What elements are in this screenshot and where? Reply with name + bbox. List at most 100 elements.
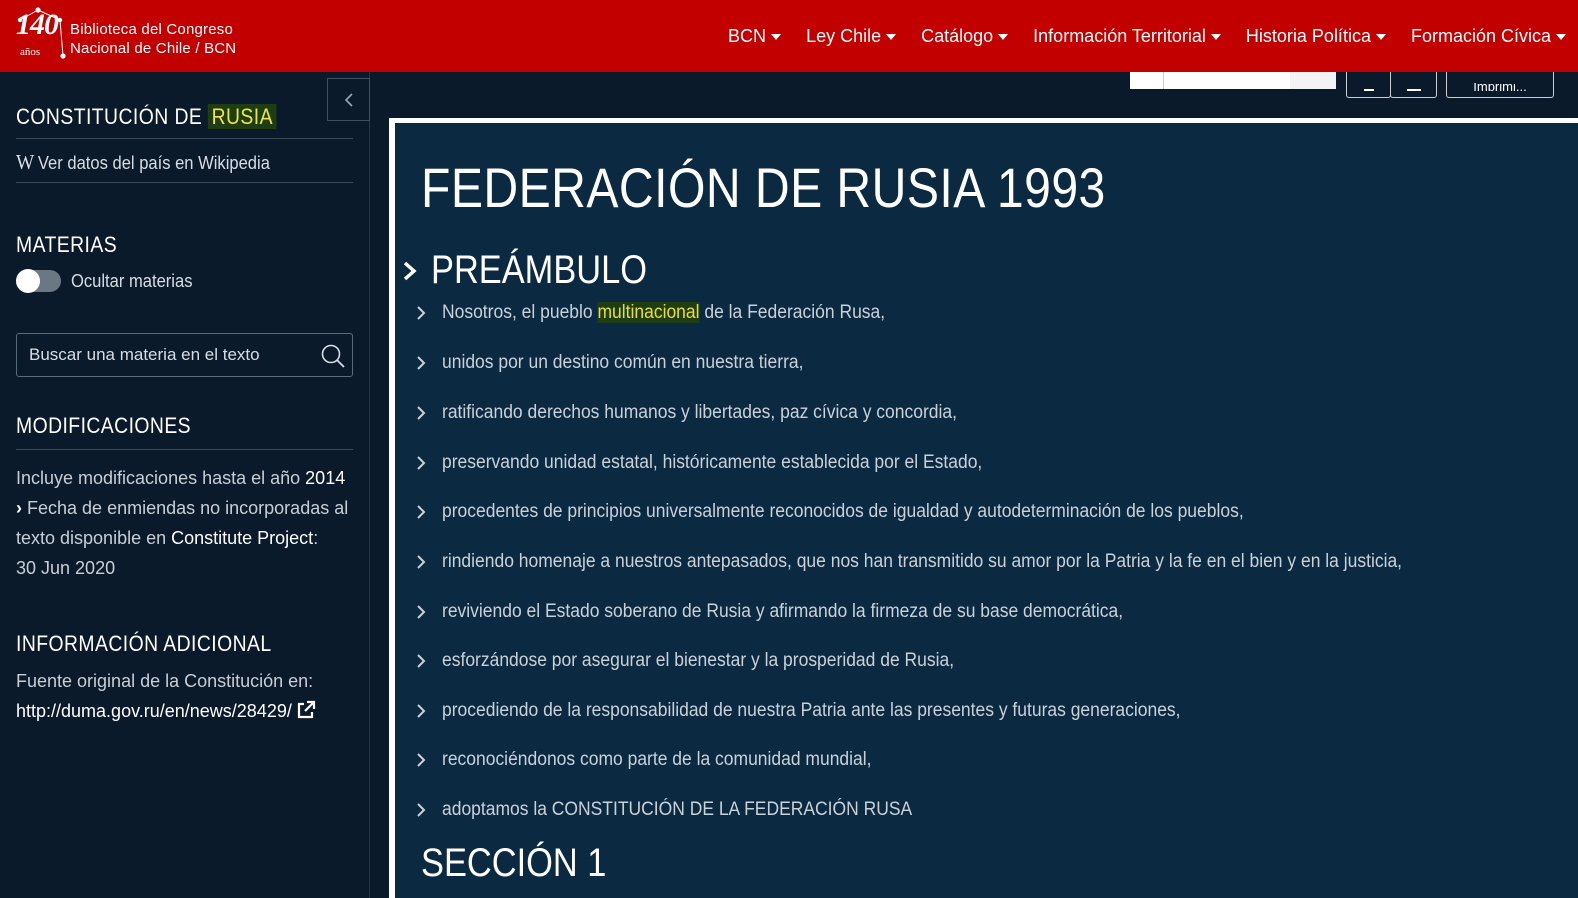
chevron-right-icon bbox=[417, 803, 426, 817]
logo-number: 140 bbox=[16, 8, 59, 41]
print-button[interactable]: Imprimi... bbox=[1446, 72, 1554, 98]
materias-heading: MATERIAS bbox=[16, 232, 118, 257]
hide-materias-toggle-row: Ocultar materias bbox=[16, 269, 203, 293]
paragraph-text: preservando unidad estatal, históricamen… bbox=[442, 452, 983, 473]
bcn-logo[interactable]: 140 años Biblioteca del Congreso Naciona… bbox=[12, 6, 252, 64]
wikipedia-link-label: Ver datos del país en Wikipedia bbox=[37, 153, 270, 173]
info-source-label: Fuente original de la Constitución en: bbox=[16, 671, 314, 691]
paragraph-text: procediendo de la responsabilidad de nue… bbox=[442, 700, 1181, 721]
main-nav: BCN Ley Chile Catálogo Información Terri… bbox=[703, 0, 1566, 72]
source-url: http://duma.gov.ru/en/news/28429/ bbox=[16, 701, 292, 721]
chevron-right-icon bbox=[417, 753, 426, 767]
mods-colon: : bbox=[313, 528, 319, 548]
logo-line-2: Nacional de Chile / BCN bbox=[70, 40, 237, 57]
paragraph-text: ratificando derechos humanos y libertade… bbox=[442, 402, 957, 423]
preamble-paragraph[interactable]: Nosotros, el pueblo multinacional de la … bbox=[415, 302, 924, 324]
paragraph-text: reconociéndonos como parte de la comunid… bbox=[442, 749, 872, 770]
nav-label: Ley Chile bbox=[806, 25, 882, 46]
nav-ley-chile[interactable]: Ley Chile bbox=[806, 25, 897, 47]
paragraph-text: Nosotros, el pueblo multinacional de la … bbox=[442, 302, 885, 324]
search-icon[interactable] bbox=[320, 343, 346, 369]
toolbar-control[interactable] bbox=[1290, 72, 1336, 89]
nav-label: Formación Cívica bbox=[1410, 25, 1551, 46]
preamble-paragraph[interactable]: procediendo de la responsabilidad de nue… bbox=[415, 700, 1245, 722]
logo-years: años bbox=[20, 46, 41, 58]
modificaciones-heading: MODIFICACIONES bbox=[16, 413, 192, 438]
caret-down-icon bbox=[771, 34, 782, 40]
constitute-project-link[interactable]: Constitute Project bbox=[171, 528, 313, 548]
decrease-font-button[interactable] bbox=[1346, 72, 1391, 98]
collapse-sidebar-button[interactable] bbox=[327, 78, 370, 121]
divider bbox=[16, 449, 353, 450]
nav-historia-politica[interactable]: Historia Política bbox=[1246, 26, 1386, 47]
chevron-right-icon bbox=[417, 654, 426, 668]
caret-down-icon bbox=[886, 34, 897, 40]
paragraph-text: rindiendo homenaje a nuestros antepasado… bbox=[442, 551, 1403, 572]
external-link-icon bbox=[297, 700, 315, 719]
preamble-paragraph[interactable]: reconociéndonos como parte de la comunid… bbox=[415, 749, 909, 771]
nav-bcn[interactable]: BCN bbox=[728, 26, 782, 47]
chevron-right-icon bbox=[417, 406, 426, 420]
chevron-right-icon bbox=[417, 555, 426, 569]
chevron-right-icon bbox=[417, 505, 426, 519]
preamble-paragraph[interactable]: reviviendo el Estado soberano de Rusia y… bbox=[415, 601, 1182, 623]
hide-materias-toggle[interactable] bbox=[16, 269, 61, 293]
paragraph-text: reviviendo el Estado soberano de Rusia y… bbox=[442, 601, 1124, 622]
toggle-label: Ocultar materias bbox=[71, 270, 193, 291]
toggle-knob bbox=[16, 269, 40, 293]
materia-search-input[interactable] bbox=[29, 334, 319, 376]
constitution-title-prefix: CONSTITUCIÓN DE bbox=[16, 104, 209, 129]
paragraph-text: esforzándose por asegurar el bienestar y… bbox=[442, 650, 955, 671]
mods-year: 2014 bbox=[305, 468, 346, 488]
preamble-paragraph[interactable]: rindiendo homenaje a nuestros antepasado… bbox=[415, 551, 1486, 573]
nav-formacion-civica[interactable]: Formación Cívica bbox=[1411, 26, 1566, 47]
font-size-large-icon bbox=[1406, 85, 1421, 91]
mods-text-1: Incluye modificaciones hasta el año bbox=[16, 468, 306, 488]
preamble-paragraph[interactable]: ratificando derechos humanos y libertade… bbox=[415, 402, 1002, 424]
logo-text: Biblioteca del Congreso Nacional de Chil… bbox=[70, 20, 236, 58]
modificaciones-text: Incluye modificaciones hasta el año 2014… bbox=[16, 463, 361, 583]
source-url-link[interactable]: http://duma.gov.ru/en/news/28429/ bbox=[16, 700, 316, 721]
caret-down-icon bbox=[1210, 34, 1221, 40]
print-button-label: Imprimi... bbox=[1473, 83, 1527, 91]
document-title: FEDERACIÓN DE RUSIA 1993 bbox=[421, 156, 1106, 219]
nav-catalogo[interactable]: Catálogo bbox=[921, 25, 1009, 47]
preamble-paragraph[interactable]: procedentes de principios universalmente… bbox=[415, 501, 1313, 523]
nav-label: Catálogo bbox=[921, 25, 994, 46]
nav-label: Información Territorial bbox=[1033, 25, 1206, 46]
chevron-right-icon bbox=[417, 306, 426, 320]
preamble-paragraph[interactable]: preservando unidad estatal, históricamen… bbox=[415, 452, 1029, 474]
toolbar-control[interactable] bbox=[1130, 72, 1164, 89]
highlighted-term[interactable]: multinacional bbox=[597, 302, 700, 323]
logo-line-1: Biblioteca del Congreso bbox=[70, 21, 234, 38]
info-adicional-heading: INFORMACIÓN ADICIONAL bbox=[16, 631, 272, 656]
divider bbox=[16, 138, 353, 139]
paragraph-text: adoptamos la CONSTITUCIÓN DE LA FEDERACI… bbox=[442, 799, 913, 820]
sidebar: CONSTITUCIÓN DE RUSIA W Ver datos del paí… bbox=[0, 72, 370, 898]
section-1-heading[interactable]: SECCIÓN 1 bbox=[421, 841, 606, 886]
caret-down-icon bbox=[1556, 34, 1566, 40]
preamble-paragraph[interactable]: adoptamos la CONSTITUCIÓN DE LA FEDERACI… bbox=[415, 799, 953, 821]
preamble-paragraph[interactable]: unidos por un destino común en nuestra t… bbox=[415, 352, 835, 374]
top-navbar: 140 años Biblioteca del Congreso Naciona… bbox=[0, 0, 1578, 72]
paragraph-text: unidos por un destino común en nuestra t… bbox=[442, 352, 804, 373]
chevron-right-icon bbox=[417, 605, 426, 619]
materia-search bbox=[16, 333, 353, 377]
caret-down-icon bbox=[1375, 34, 1386, 40]
chevron-right-icon bbox=[417, 704, 426, 718]
wikipedia-link[interactable]: W Ver datos del país en Wikipedia bbox=[16, 150, 270, 175]
wikipedia-icon: W bbox=[16, 150, 35, 174]
paragraph-text: procedentes de principios universalmente… bbox=[442, 501, 1244, 522]
nav-label: Historia Política bbox=[1245, 25, 1371, 46]
increase-font-button[interactable] bbox=[1390, 72, 1437, 98]
paragraph-text-pre: Nosotros, el pueblo bbox=[442, 302, 598, 323]
preamble-paragraph[interactable]: esforzándose por asegurar el bienestar y… bbox=[415, 650, 999, 672]
chevron-left-icon bbox=[344, 92, 353, 107]
nav-informacion-territorial[interactable]: Información Territorial bbox=[1033, 26, 1221, 47]
section-preambulo[interactable]: PREÁMBULO bbox=[395, 248, 682, 293]
document-toolbar-controls[interactable] bbox=[1130, 72, 1336, 89]
chevron-right-icon bbox=[417, 456, 426, 470]
constitution-title: CONSTITUCIÓN DE RUSIA bbox=[16, 104, 277, 130]
mods-date: 30 Jun 2020 bbox=[16, 558, 116, 578]
paragraph-text-post: de la Federación Rusa, bbox=[699, 302, 886, 323]
